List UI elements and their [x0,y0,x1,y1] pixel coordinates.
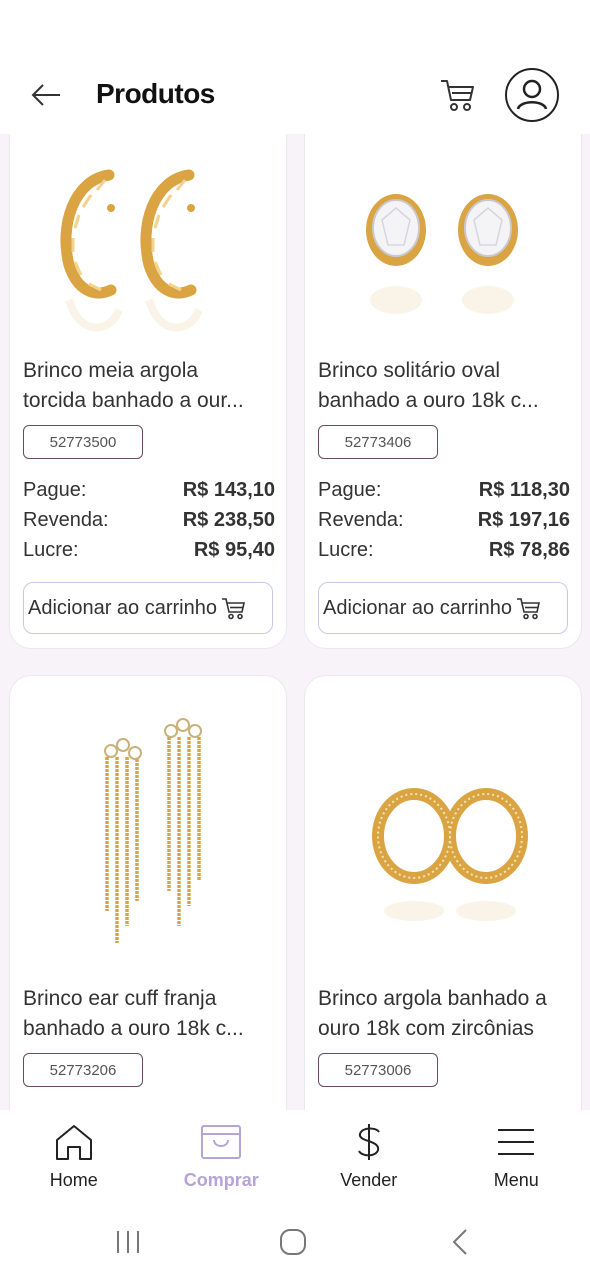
pay-row: Pague: R$ 143,10 [23,479,275,501]
bottom-navigation: Home Comprar Vender Menu [0,1110,590,1202]
product-code-badge: 52773500 [23,425,143,459]
product-card[interactable]: Brinco meia argola torcida banhado a our… [9,134,287,649]
app-header: Produtos [0,0,590,134]
product-card[interactable]: Brinco argola banhado a ouro 18k com zir… [304,675,582,1110]
product-card[interactable]: Brinco ear cuff franja banhado a ouro 18… [9,675,287,1110]
resale-row: Revenda: R$ 238,50 [23,509,275,531]
nav-shop[interactable]: Comprar [148,1110,296,1202]
back-system-icon[interactable] [440,1226,480,1258]
product-name: Brinco argola banhado a ouro 18k com zir… [318,987,547,1040]
product-card[interactable]: Brinco solitário oval banhado a ouro 18k… [304,134,582,649]
oval-stud-earrings-icon [366,194,518,314]
nav-home[interactable]: Home [0,1110,148,1202]
product-code-badge: 52773006 [318,1053,438,1087]
product-grid: Brinco meia argola torcida banhado a our… [0,134,590,1110]
shopping-bag-icon [201,1125,242,1159]
page-title: Produtos [96,78,215,109]
pay-row: Pague: R$ 118,30 [318,479,570,501]
home-system-icon[interactable] [273,1226,313,1258]
twisted-hoop-earrings-icon [60,169,203,332]
back-arrow-icon[interactable] [28,78,64,112]
nav-menu[interactable]: Menu [443,1110,590,1202]
product-image[interactable] [305,706,583,966]
dollar-icon [357,1124,380,1160]
zirconia-hoop-earrings-icon [372,788,528,921]
product-image[interactable] [305,145,583,345]
recent-apps-icon[interactable] [108,1226,148,1258]
product-image[interactable] [10,145,288,345]
product-image[interactable] [10,706,288,966]
cart-icon[interactable] [438,76,478,114]
hamburger-menu-icon [498,1129,535,1155]
profit-row: Lucre: R$ 95,40 [23,539,275,561]
add-to-cart-button[interactable]: Adicionar ao carrinho [318,582,568,634]
cart-icon [517,598,540,620]
fringe-ear-cuff-earrings-icon [104,718,202,943]
product-name: Brinco ear cuff franja banhado a ouro 18… [23,987,244,1040]
system-navigation-bar [0,1202,590,1280]
add-to-cart-button[interactable]: Adicionar ao carrinho [23,582,273,634]
cart-icon [222,598,245,620]
resale-row: Revenda: R$ 197,16 [318,509,570,531]
product-name: Brinco solitário oval banhado a ouro 18k… [318,359,539,412]
home-icon [55,1125,92,1160]
user-avatar-icon[interactable] [505,68,559,122]
product-code-badge: 52773406 [318,425,438,459]
nav-sell[interactable]: Vender [295,1110,443,1202]
product-name: Brinco meia argola torcida banhado a our… [23,359,244,412]
profit-row: Lucre: R$ 78,86 [318,539,570,561]
product-code-badge: 52773206 [23,1053,143,1087]
